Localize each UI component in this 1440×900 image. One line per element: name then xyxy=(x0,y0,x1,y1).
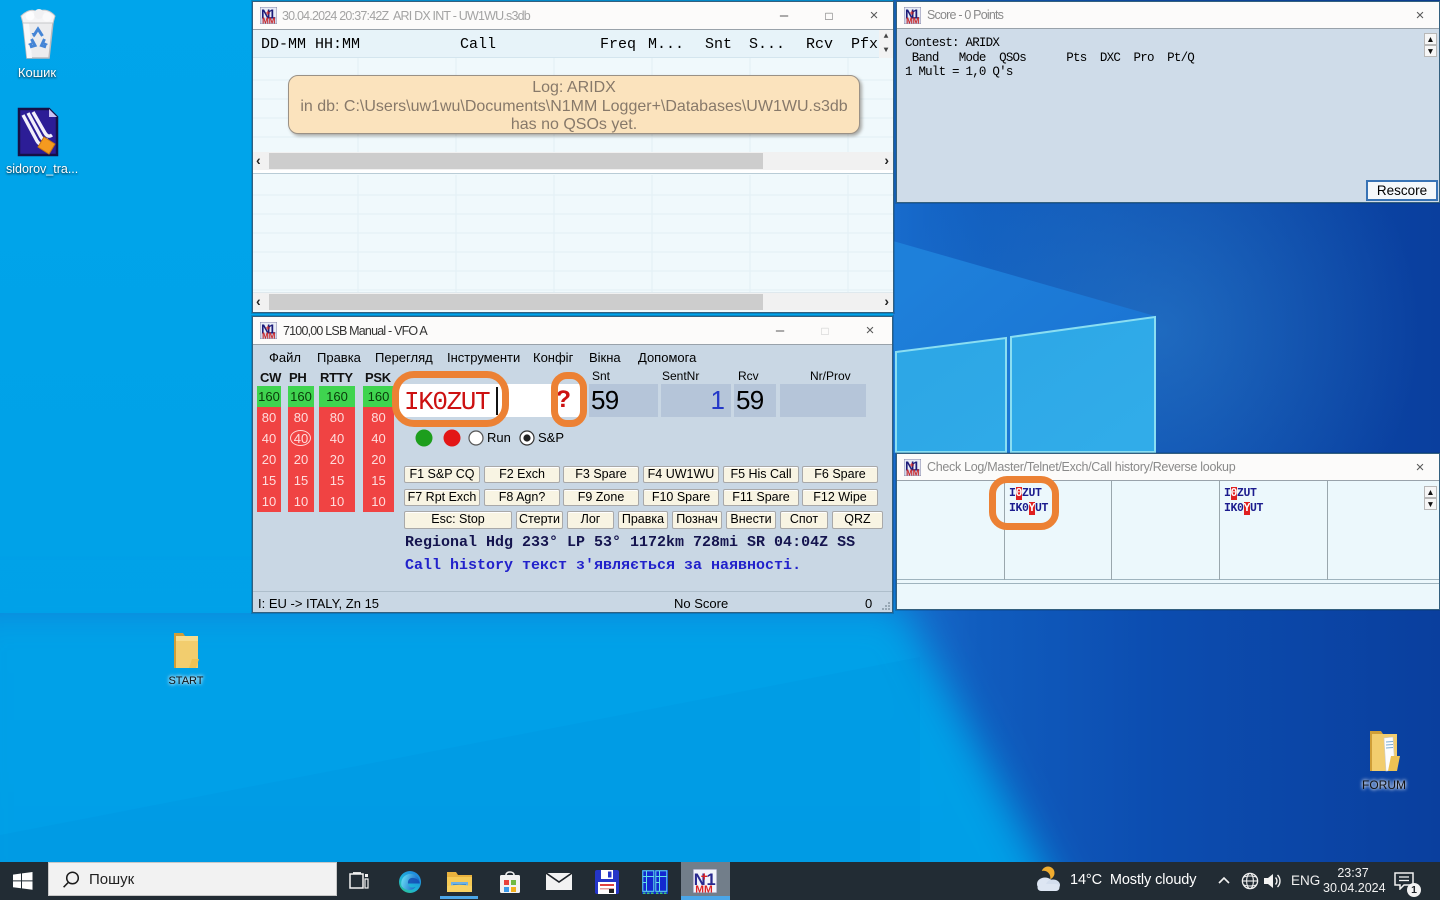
svg-text:MM: MM xyxy=(906,468,920,476)
svg-text:MM: MM xyxy=(695,883,713,893)
svg-text:MM: MM xyxy=(906,16,920,24)
svg-text:+: + xyxy=(701,869,708,883)
svg-text:MM: MM xyxy=(262,16,276,24)
svg-text:MM: MM xyxy=(262,331,276,339)
